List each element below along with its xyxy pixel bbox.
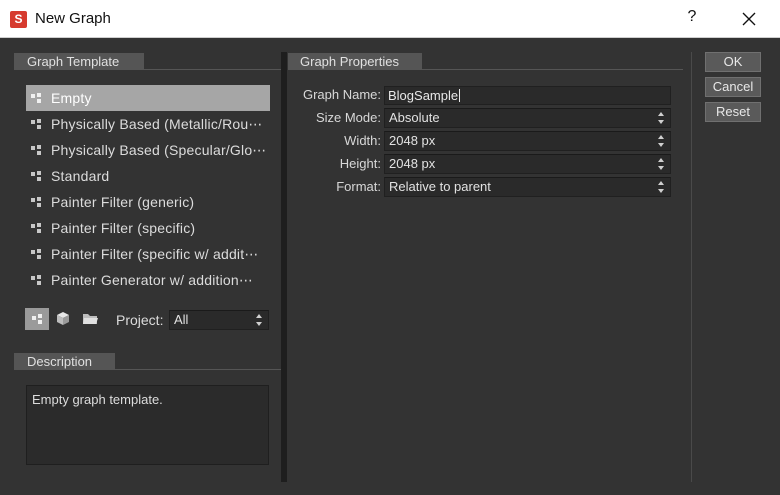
template-item-label: Painter Generator w/ addition⋯: [51, 272, 254, 288]
graph-filter-button[interactable]: [25, 308, 49, 330]
template-item-painter-generator[interactable]: Painter Generator w/ addition⋯: [26, 267, 270, 293]
cancel-button[interactable]: Cancel: [705, 77, 761, 97]
template-item-painter-filter-specific[interactable]: Painter Filter (specific): [26, 215, 270, 241]
graph-template-icon: [31, 249, 42, 260]
spin-arrows-icon: [658, 158, 665, 170]
graph-template-icon: [32, 314, 42, 324]
template-item-label: Painter Filter (specific): [51, 220, 196, 236]
graph-template-icon: [31, 275, 42, 286]
folder-icon: [83, 314, 98, 324]
text-caret: [459, 89, 461, 102]
graph-properties-title: Graph Properties: [288, 53, 422, 70]
graph-template-icon: [31, 171, 42, 182]
template-item-pbr-metallic[interactable]: Physically Based (Metallic/Rou⋯: [26, 111, 270, 137]
format-select[interactable]: Relative to parent: [384, 177, 671, 197]
template-item-painter-filter-generic[interactable]: Painter Filter (generic): [26, 189, 270, 215]
title-bar: New Graph ?: [0, 0, 780, 38]
template-item-label: Painter Filter (generic): [51, 194, 195, 210]
template-item-label: Empty: [51, 90, 92, 106]
template-item-label: Painter Filter (specific w/ addit⋯: [51, 246, 259, 262]
format-label: Format:: [336, 179, 381, 194]
help-button[interactable]: ?: [682, 8, 702, 30]
size-mode-label: Size Mode:: [315, 110, 381, 125]
template-item-standard[interactable]: Standard: [26, 163, 270, 189]
divider: [288, 69, 683, 70]
project-select[interactable]: All: [169, 310, 269, 330]
height-label: Height:: [339, 156, 381, 171]
graph-properties-header: Graph Properties: [288, 53, 683, 70]
height-select[interactable]: 2048 px: [384, 154, 671, 174]
project-label: Project:: [116, 312, 164, 328]
graph-template-icon: [31, 93, 42, 104]
format-value: Relative to parent: [389, 179, 491, 194]
graph-name-label: Graph Name:: [302, 87, 381, 102]
description-text: Empty graph template.: [26, 385, 269, 465]
divider: [14, 369, 281, 370]
panel-splitter[interactable]: [281, 52, 287, 482]
substance-designer-icon: [10, 11, 27, 28]
graph-template-icon: [31, 119, 42, 130]
spin-arrows-icon: [658, 181, 665, 193]
graph-name-value: BlogSample: [388, 88, 459, 103]
divider: [691, 52, 692, 482]
cube-filter-button[interactable]: [51, 308, 75, 330]
description-title: Description: [14, 353, 115, 370]
width-label: Width:: [344, 133, 381, 148]
spin-arrows-icon: [256, 314, 263, 326]
template-item-label: Physically Based (Metallic/Rou⋯: [51, 116, 263, 132]
template-list: Empty Physically Based (Metallic/Rou⋯ Ph…: [26, 85, 270, 293]
graph-template-header: Graph Template: [14, 53, 281, 70]
folder-filter-button[interactable]: [78, 308, 102, 330]
graph-template-icon: [31, 197, 42, 208]
template-item-empty[interactable]: Empty: [26, 85, 270, 111]
reset-button[interactable]: Reset: [705, 102, 761, 122]
graph-template-title: Graph Template: [14, 53, 144, 70]
divider: [14, 69, 281, 70]
description-header: Description: [14, 353, 281, 370]
close-icon[interactable]: [736, 6, 762, 32]
close-button[interactable]: [736, 6, 762, 32]
cube-icon: [57, 312, 69, 325]
graph-template-icon: [31, 223, 42, 234]
height-value: 2048 px: [389, 156, 436, 171]
window-title: New Graph: [35, 10, 111, 27]
template-item-label: Standard: [51, 168, 110, 184]
template-item-pbr-specular[interactable]: Physically Based (Specular/Glo⋯: [26, 137, 270, 163]
spin-arrows-icon: [658, 112, 665, 124]
ok-button[interactable]: OK: [705, 52, 761, 72]
template-item-label: Physically Based (Specular/Glo⋯: [51, 142, 267, 158]
graph-name-input[interactable]: BlogSample: [384, 86, 671, 105]
width-value: 2048 px: [389, 133, 436, 148]
spin-arrows-icon: [658, 135, 665, 147]
width-select[interactable]: 2048 px: [384, 131, 671, 151]
project-select-value: All: [174, 312, 189, 327]
size-mode-value: Absolute: [389, 110, 440, 125]
graph-template-icon: [31, 145, 42, 156]
size-mode-select[interactable]: Absolute: [384, 108, 671, 128]
template-item-painter-filter-additional[interactable]: Painter Filter (specific w/ addit⋯: [26, 241, 270, 267]
